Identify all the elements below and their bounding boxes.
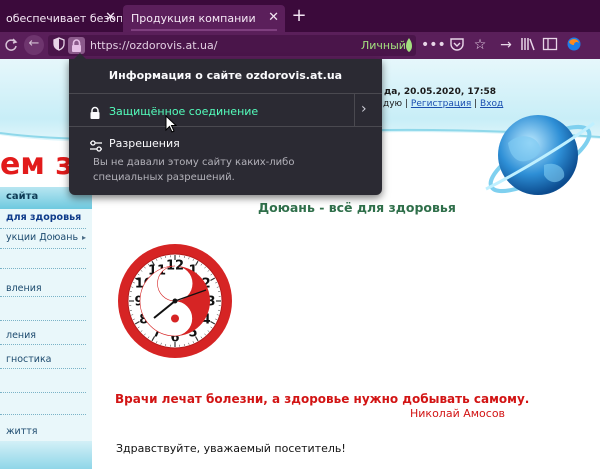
tab-active-indicator [131,29,277,31]
site-info-panel: Информация о сайте ozdorovis.at.ua Защищ… [69,53,382,195]
sidebar-toggle-icon[interactable] [540,36,560,57]
greeting-text: Здравствуйте, уважаемый посетитель! [116,442,346,455]
sidebar-item-empty[interactable] [0,369,86,393]
sidebar-item-label: життя [6,426,38,437]
register-link[interactable]: Регистрация [411,99,471,109]
mouse-cursor-icon [165,115,177,133]
permissions-description: Вы не давали этому сайту каких-либо спец… [93,157,295,183]
site-sidebar: сайта для здоровья укции Доюань ▸ вления… [0,187,92,469]
bookmark-star-icon[interactable]: ☆ [470,36,490,54]
user-group-text: дую [383,99,403,109]
divider [69,126,382,127]
pocket-icon[interactable] [447,36,467,57]
sidebar-footer-decoration [0,441,92,469]
panel-arrow [74,53,86,59]
divider [354,94,355,126]
tab-close-icon[interactable]: ✕ [105,10,116,25]
lock-icon [89,105,101,124]
navigation-bar: ← https://ozdorovis.at.ua/ Личный ••• ☆ … [0,32,600,59]
back-button[interactable]: ← [24,35,44,55]
library-icon[interactable] [518,36,538,57]
divider [69,93,382,94]
sidebar-item-label: вления [6,283,42,294]
sidebar-item-directions[interactable]: вления ▸ [0,269,86,297]
reload-icon[interactable] [4,36,18,59]
sidebar-item-health[interactable]: для здоровья [0,209,86,229]
sidebar-item-label: гностика [6,354,52,365]
sidebar-item-empty[interactable] [0,393,86,415]
site-info-lock-button[interactable] [68,37,85,54]
new-tab-button[interactable]: + [289,6,309,26]
site-info-title: Информация о сайте ozdorovis.at.ua [108,69,343,82]
sidebar-item-products[interactable]: укции Доюань ▸ [0,229,86,249]
tab-active-label: Продукция компании Доюань КНР [131,12,259,25]
url-bar[interactable]: https://ozdorovis.at.ua/ Личный [48,35,416,56]
url-text[interactable]: https://ozdorovis.at.ua/ [90,39,217,52]
permissions-icon [89,137,103,156]
tab-close-icon[interactable]: ✕ [268,10,279,25]
wall-clock-image: 121234567891011 [118,244,232,358]
sidebar-item-life[interactable]: життя [0,415,86,439]
private-mode-label: Личный [361,39,406,52]
sidebar-item-recovery[interactable]: ления [0,321,86,345]
browser-window: обеспечивает безопасно ✕ Продукция компа… [0,0,600,469]
page-subtitle: Доюань - всё для здоровья [258,200,456,215]
globe-logo-image [485,115,595,195]
submenu-arrow-icon: ▸ [81,233,86,242]
sidebar-item-empty[interactable] [0,297,86,321]
tab-inactive[interactable]: обеспечивает безопасно ✕ [0,5,122,32]
tab-strip: обеспечивает безопасно ✕ Продукция компа… [0,0,600,32]
forward-arrow-icon[interactable]: → [496,36,516,54]
sidebar-item-label: для здоровья [6,212,82,223]
date-line: да, 20.05.2020, 17:58 [384,87,497,97]
sidebar-item-empty[interactable] [0,249,86,269]
secure-connection-row[interactable]: Защищённое соединение [77,99,374,125]
sidebar-item-label: ления [6,330,37,341]
tracking-shield-icon[interactable] [52,36,66,57]
sidebar-item-label: укции Доюань [6,232,79,243]
quote-text: Врачи лечат болезни, а здоровье нужно до… [115,392,530,406]
secure-connection-label: Защищённое соединение [109,105,259,118]
tab-active[interactable]: Продукция компании Доюань КНР ✕ [123,5,285,32]
quote-author: Николай Амосов [410,407,506,420]
permissions-title: Разрешения [109,137,180,150]
more-actions-icon[interactable]: ••• [421,36,446,54]
sidebar-item-diagnostics[interactable]: гностика [0,345,86,369]
chevron-right-icon[interactable]: › [361,101,367,117]
private-mode-icon [404,37,414,56]
submenu-arrow-icon: ▸ [82,279,86,296]
firefox-account-icon[interactable] [564,36,584,57]
lock-icon [72,39,81,52]
